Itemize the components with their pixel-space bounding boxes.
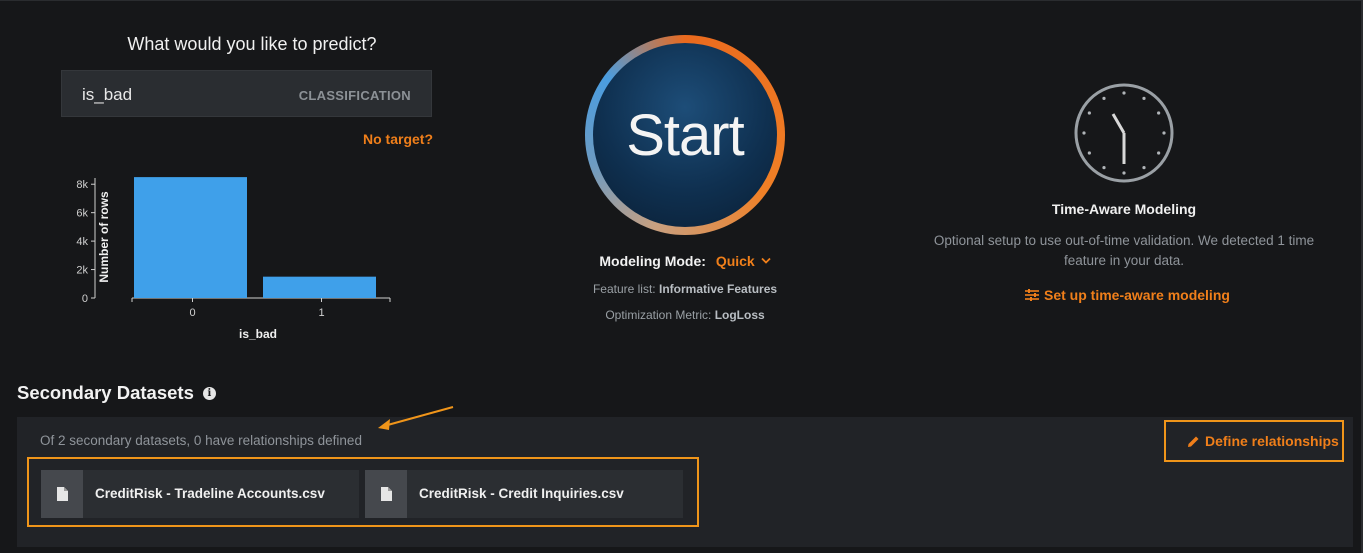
y-tick-label: 0 (82, 293, 88, 305)
time-aware-setup-link[interactable]: Set up time-aware modeling (1025, 287, 1230, 303)
dataset-card[interactable]: CreditRisk - Credit Inquiries.csv (365, 470, 683, 518)
x-axis-label: is_bad (239, 327, 277, 341)
clock-tick (1102, 166, 1106, 170)
y-tick-label: 6k (76, 208, 88, 220)
no-target-link[interactable]: No target? (300, 131, 433, 147)
time-aware-description: Optional setup to use out-of-time valida… (933, 233, 1315, 268)
clock-tick (1122, 171, 1126, 175)
metric-label: Optimization Metric: (605, 308, 712, 322)
dataset-name: CreditRisk - Tradeline Accounts.csv (95, 486, 325, 501)
define-relationships-button[interactable]: Define relationships (1187, 433, 1339, 449)
info-icon[interactable]: i (202, 386, 216, 400)
secondary-datasets-summary: Of 2 secondary datasets, 0 have relation… (40, 433, 362, 448)
file-icon (41, 470, 83, 518)
target-distribution-chart: 0 2k 4k 6k 8k 0 1 is_bad Number of rows (76, 177, 391, 341)
feature-list-value: Informative Features (659, 282, 778, 296)
secondary-datasets-label: Secondary Datasets (17, 382, 194, 403)
x-tick-label: 1 (318, 307, 324, 319)
clock-tick (1087, 111, 1091, 115)
target-type: CLASSIFICATION (298, 88, 411, 103)
clock-tick (1087, 151, 1091, 155)
bar (263, 276, 376, 298)
dataset-card[interactable]: CreditRisk - Tradeline Accounts.csv (41, 470, 359, 518)
top-border (0, 0, 1363, 1)
start-button[interactable]: Start (593, 43, 777, 227)
y-tick-label: 4k (76, 236, 88, 248)
clock-tick (1142, 96, 1146, 100)
time-aware-title: Time-Aware Modeling (1051, 201, 1197, 217)
modeling-mode-row: Modeling Mode: Quick (560, 253, 810, 269)
bar (134, 177, 247, 298)
time-aware-setup-label: Set up time-aware modeling (1044, 287, 1230, 303)
target-input[interactable]: is_bad CLASSIFICATION (61, 70, 432, 117)
y-tick-label: 2k (76, 265, 88, 277)
clock-tick (1102, 96, 1106, 100)
y-tick-label: 8k (76, 179, 88, 191)
predict-question: What would you like to predict? (127, 34, 377, 54)
y-axis-label: Number of rows (97, 191, 111, 283)
clock-icon (1074, 83, 1174, 183)
define-relationships-label: Define relationships (1205, 433, 1339, 449)
feature-list-row: Feature list: Informative Features (540, 282, 830, 296)
chevron-down-icon (760, 257, 771, 264)
metric-value: LogLoss (714, 308, 765, 322)
clock-tick (1157, 111, 1161, 115)
clock-tick (1082, 131, 1086, 135)
file-icon (365, 470, 407, 518)
sliders-icon (1025, 289, 1039, 301)
modeling-mode-label: Modeling Mode: (599, 253, 706, 269)
modeling-mode-dropdown[interactable]: Quick (716, 253, 771, 269)
feature-list-label: Feature list: (592, 282, 656, 296)
start-label: Start (626, 102, 744, 168)
secondary-datasets-title: Secondary Datasets i (17, 382, 216, 404)
modeling-mode-value: Quick (715, 253, 755, 269)
annotation-arrow-icon (378, 406, 454, 430)
clock-tick (1142, 166, 1146, 170)
pencil-icon (1188, 436, 1199, 447)
clock-tick (1157, 151, 1161, 155)
metric-row: Optimization Metric: LogLoss (540, 308, 830, 322)
clock-tick (1162, 131, 1166, 135)
dataset-name: CreditRisk - Credit Inquiries.csv (419, 486, 624, 501)
clock-tick (1122, 91, 1126, 95)
target-value: is_bad (82, 85, 133, 104)
x-tick-label: 0 (189, 307, 195, 319)
